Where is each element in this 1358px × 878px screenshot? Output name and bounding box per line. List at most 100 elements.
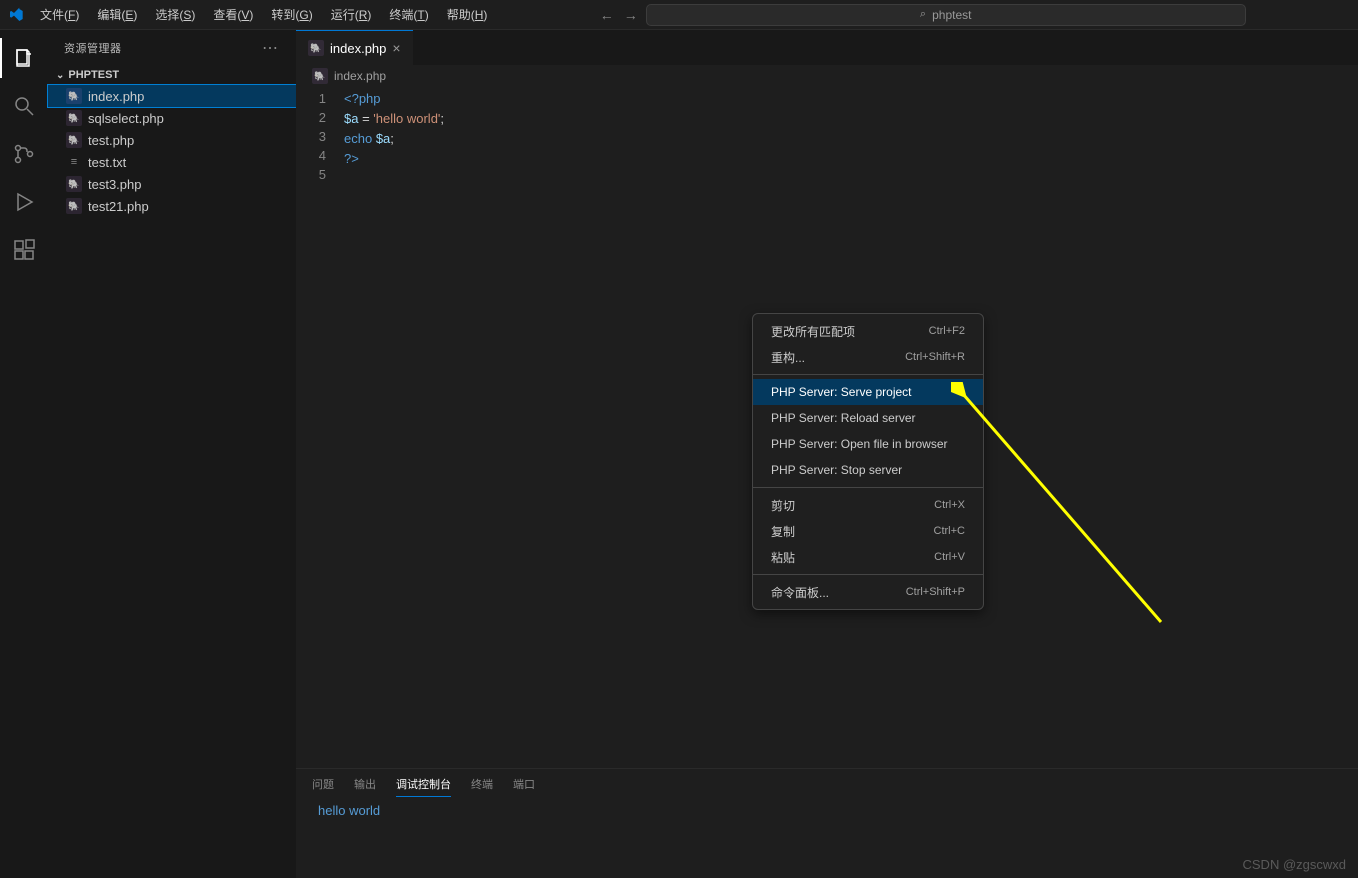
menu-item[interactable]: 运行(R) xyxy=(323,2,380,27)
context-menu-item[interactable]: PHP Server: Serve project xyxy=(753,379,983,405)
menu-label: 命令面板... xyxy=(771,584,829,601)
menu-item[interactable]: 帮助(H) xyxy=(439,2,496,27)
menu-label: PHP Server: Reload server xyxy=(771,411,916,425)
menu-label: 粘贴 xyxy=(771,549,795,566)
sidebar: 资源管理器 ⋯ ⌄ PHPTEST 🐘 index.php 🐘 sqlselect.p… xyxy=(48,30,296,878)
editor-body[interactable]: 12345 <?php $a = 'hello world'; echo $a;… xyxy=(296,87,1358,768)
php-icon: 🐘 xyxy=(66,110,82,126)
file-label: sqlselect.php xyxy=(88,111,164,126)
txt-icon: ≡ xyxy=(66,154,82,170)
menu-item[interactable]: 编辑(E) xyxy=(89,2,145,27)
activity-source-control[interactable] xyxy=(0,134,48,174)
panel-tab[interactable]: 输出 xyxy=(354,772,376,796)
menu-item[interactable]: 查看(V) xyxy=(205,2,261,27)
tab-index-php[interactable]: 🐘 index.php × xyxy=(296,30,413,65)
menu-shortcut: Ctrl+V xyxy=(934,551,965,563)
search-text: phptest xyxy=(932,8,971,22)
panel-tab[interactable]: 调试控制台 xyxy=(396,772,451,797)
project-name: PHPTEST xyxy=(68,69,119,81)
menu-shortcut: Ctrl+Shift+P xyxy=(906,586,965,598)
file-label: index.php xyxy=(88,89,144,104)
bottom-panel: 问题输出调试控制台终端端口 hello world xyxy=(296,768,1358,878)
menu-label: PHP Server: Stop server xyxy=(771,463,902,477)
titlebar-center: ← → ⌕ phptest xyxy=(495,4,1350,26)
line-numbers: 12345 xyxy=(296,87,344,768)
menu-separator xyxy=(753,374,983,375)
menu-item[interactable]: 选择(S) xyxy=(147,2,203,27)
activity-explorer[interactable] xyxy=(0,38,48,78)
file-item[interactable]: 🐘 test.php xyxy=(48,129,296,151)
file-label: test3.php xyxy=(88,177,142,192)
project-header[interactable]: ⌄ PHPTEST xyxy=(48,67,296,83)
menu-shortcut: Ctrl+X xyxy=(934,499,965,511)
sidebar-more-icon[interactable]: ⋯ xyxy=(262,38,280,58)
menu-separator xyxy=(753,487,983,488)
editor-tabs: 🐘 index.php × xyxy=(296,30,1358,65)
activity-bar xyxy=(0,30,48,878)
context-menu-item[interactable]: 复制 Ctrl+C xyxy=(753,518,983,544)
php-icon: 🐘 xyxy=(308,40,324,56)
breadcrumbs[interactable]: 🐘 index.php xyxy=(296,65,1358,87)
panel-tabs: 问题输出调试控制台终端端口 xyxy=(296,769,1358,799)
panel-tab[interactable]: 问题 xyxy=(312,772,334,796)
menu-shortcut: Ctrl+C xyxy=(934,525,965,537)
menu-label: PHP Server: Open file in browser xyxy=(771,437,948,451)
php-icon: 🐘 xyxy=(66,198,82,214)
menu-item[interactable]: 终端(T) xyxy=(381,2,436,27)
file-item[interactable]: 🐘 index.php xyxy=(48,85,296,107)
breadcrumb-text: index.php xyxy=(334,69,386,83)
context-menu-item[interactable]: 命令面板... Ctrl+Shift+P xyxy=(753,579,983,605)
menu-bar: 文件(F)编辑(E)选择(S)查看(V)转到(G)运行(R)终端(T)帮助(H) xyxy=(32,2,495,27)
context-menu: 更改所有匹配项 Ctrl+F2 重构... Ctrl+Shift+R PHP Serve… xyxy=(752,313,984,610)
php-icon: 🐘 xyxy=(66,132,82,148)
panel-tab[interactable]: 终端 xyxy=(471,772,493,796)
tab-close-icon[interactable]: × xyxy=(392,40,400,56)
file-item[interactable]: 🐘test21.php xyxy=(48,195,296,217)
menu-label: 更改所有匹配项 xyxy=(771,323,855,340)
vscode-logo-icon xyxy=(8,7,24,23)
search-icon: ⌕ xyxy=(920,8,926,21)
titlebar: 文件(F)编辑(E)选择(S)查看(V)转到(G)运行(R)终端(T)帮助(H)… xyxy=(0,0,1358,30)
sidebar-title: 资源管理器 xyxy=(64,40,122,56)
activity-debug[interactable] xyxy=(0,182,48,222)
panel-tab[interactable]: 端口 xyxy=(513,772,535,796)
nav-back-icon[interactable]: ← xyxy=(600,7,614,23)
php-icon: 🐘 xyxy=(312,68,328,84)
chevron-down-icon: ⌄ xyxy=(56,70,64,81)
menu-separator xyxy=(753,574,983,575)
context-menu-item[interactable]: 粘贴 Ctrl+V xyxy=(753,544,983,570)
file-label: test.txt xyxy=(88,155,126,170)
context-menu-item[interactable]: PHP Server: Open file in browser xyxy=(753,431,983,457)
file-label: test.php xyxy=(88,133,134,148)
menu-item[interactable]: 文件(F) xyxy=(32,2,87,27)
context-menu-item[interactable]: PHP Server: Reload server xyxy=(753,405,983,431)
menu-label: 剪切 xyxy=(771,497,795,514)
menu-item[interactable]: 转到(G) xyxy=(263,2,320,27)
file-item[interactable]: 🐘 sqlselect.php xyxy=(48,107,296,129)
menu-shortcut: Ctrl+Shift+R xyxy=(905,351,965,363)
activity-search[interactable] xyxy=(0,86,48,126)
activity-extensions[interactable] xyxy=(0,230,48,270)
sidebar-section: ⌄ PHPTEST 🐘 index.php 🐘 sqlselect.php 🐘 test.… xyxy=(48,65,296,219)
file-tree: 🐘 index.php 🐘 sqlselect.php 🐘 test.php ≡ test.t… xyxy=(48,83,296,217)
menu-label: PHP Server: Serve project xyxy=(771,385,912,399)
panel-output[interactable]: hello world xyxy=(296,799,1358,878)
php-icon: 🐘 xyxy=(66,176,82,192)
watermark: CSDN @zgscwxd xyxy=(1243,857,1347,872)
file-item[interactable]: ≡ test.txt xyxy=(48,151,296,173)
menu-label: 复制 xyxy=(771,523,795,540)
context-menu-item[interactable]: PHP Server: Stop server xyxy=(753,457,983,483)
file-item[interactable]: 🐘 test3.php xyxy=(48,173,296,195)
nav-forward-icon[interactable]: → xyxy=(624,7,638,23)
context-menu-item[interactable]: 重构... Ctrl+Shift+R xyxy=(753,344,983,370)
sidebar-header: 资源管理器 ⋯ xyxy=(48,30,296,65)
search-box[interactable]: ⌕ phptest xyxy=(646,4,1246,26)
editor-area: 🐘 index.php × 🐘 index.php 12345 <?php $a… xyxy=(296,30,1358,878)
nav-arrows: ← → xyxy=(600,7,638,23)
menu-label: 重构... xyxy=(771,349,805,366)
main: 资源管理器 ⋯ ⌄ PHPTEST 🐘 index.php 🐘 sqlselect.p… xyxy=(0,30,1358,878)
menu-shortcut: Ctrl+F2 xyxy=(929,325,965,337)
context-menu-item[interactable]: 更改所有匹配项 Ctrl+F2 xyxy=(753,318,983,344)
context-menu-item[interactable]: 剪切 Ctrl+X xyxy=(753,492,983,518)
php-icon: 🐘 xyxy=(66,88,82,104)
